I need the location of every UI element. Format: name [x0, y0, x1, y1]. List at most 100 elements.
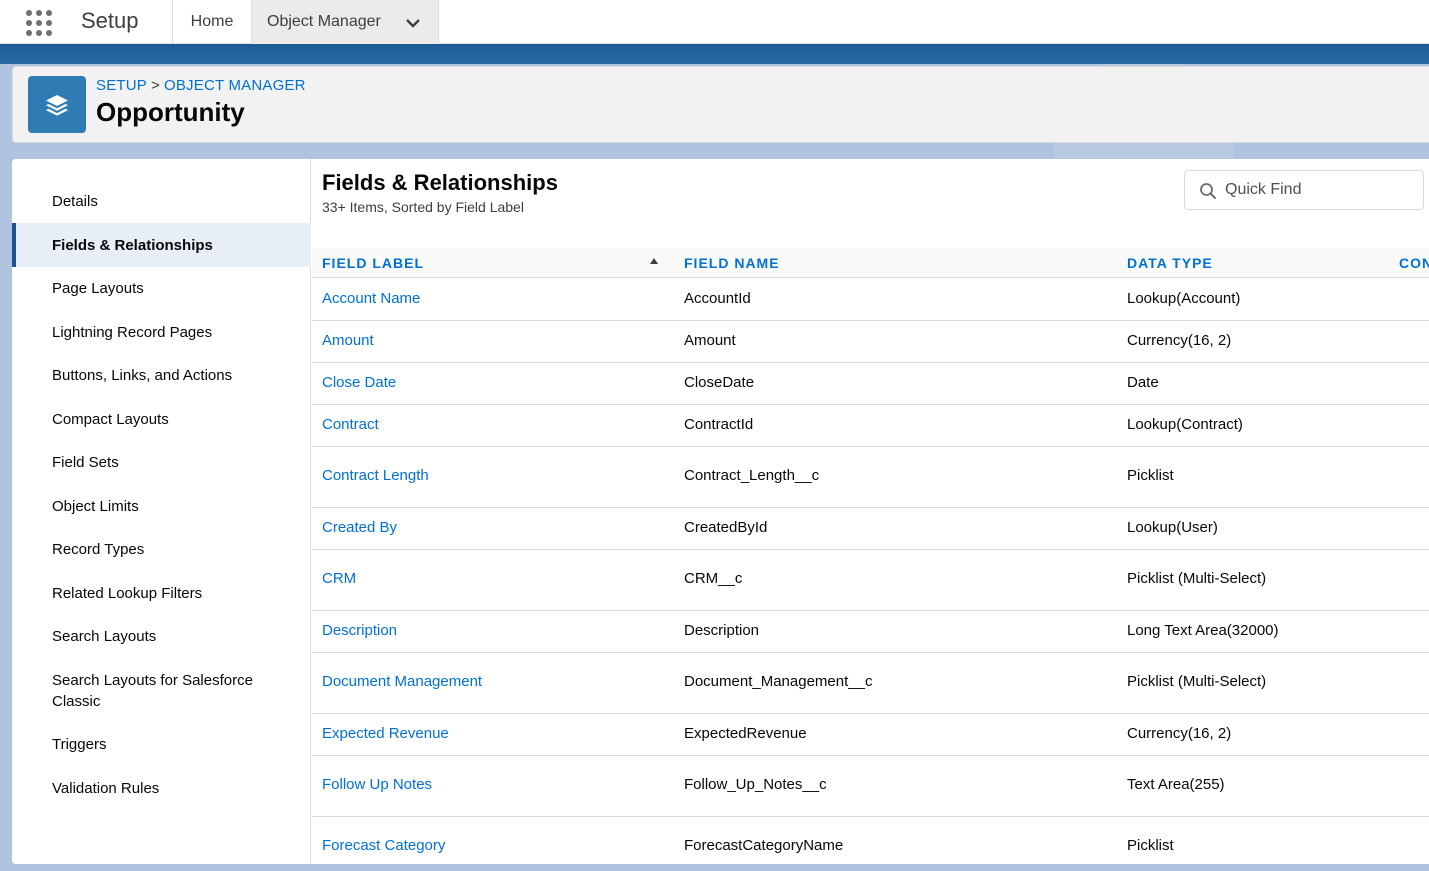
field-label-link[interactable]: Description — [322, 622, 397, 639]
sidebar-item-search-layouts-classic[interactable]: Search Layouts for Salesforce Classic — [12, 669, 292, 713]
data-type: Lookup(User) — [1127, 519, 1218, 536]
table-row: Created By CreatedById Lookup(User) — [312, 508, 1429, 550]
field-label-link[interactable]: Expected Revenue — [322, 725, 449, 742]
column-controlling-field[interactable]: CON — [1399, 255, 1429, 271]
column-field-name[interactable]: FIELD NAME — [684, 255, 780, 271]
table-row: Contract ContractId Lookup(Contract) — [312, 405, 1429, 447]
sidebar-item-buttons-links-actions[interactable]: Buttons, Links, and Actions — [12, 362, 311, 388]
sidebar-item-search-layouts[interactable]: Search Layouts — [12, 623, 311, 649]
section-subtitle: 33+ Items, Sorted by Field Label — [322, 199, 524, 215]
sidebar-item-validation-rules[interactable]: Validation Rules — [12, 775, 311, 801]
quick-find-box[interactable] — [1184, 170, 1424, 210]
sidebar-item-label: Triggers — [52, 735, 107, 753]
table-row: Amount Amount Currency(16, 2) — [312, 321, 1429, 363]
field-label-link[interactable]: CRM — [322, 570, 356, 587]
data-type: Picklist — [1127, 837, 1174, 854]
sidebar-item-page-layouts[interactable]: Page Layouts — [12, 275, 311, 301]
sidebar-item-label: Validation Rules — [52, 779, 160, 797]
data-type: Picklist (Multi-Select) — [1127, 673, 1267, 690]
table-row: Expected Revenue ExpectedRevenue Currenc… — [312, 714, 1429, 756]
field-name: Follow_Up_Notes__c — [684, 776, 827, 793]
tab-home-label: Home — [190, 13, 234, 30]
sidebar-item-related-lookup-filters[interactable]: Related Lookup Filters — [12, 580, 311, 606]
table-row: Forecast Category ForecastCategoryName P… — [312, 817, 1429, 864]
sidebar-item-label: Buttons, Links, and Actions — [52, 366, 233, 384]
sidebar-item-fields-relationships[interactable]: Fields & Relationships — [12, 223, 311, 267]
quick-find-input[interactable] — [1225, 179, 1415, 201]
tab-object-manager[interactable]: Object Manager — [251, 0, 439, 44]
field-name: Document_Management__c — [684, 673, 873, 690]
sidebar-item-lightning-record-pages[interactable]: Lightning Record Pages — [12, 319, 311, 345]
field-label-link[interactable]: Follow Up Notes — [322, 776, 432, 793]
layers-icon — [28, 76, 86, 133]
chevron-down-icon[interactable] — [404, 14, 422, 32]
field-label-link[interactable]: Document Management — [322, 673, 482, 690]
data-type: Lookup(Account) — [1127, 290, 1241, 307]
field-name: ForecastCategoryName — [684, 837, 844, 854]
breadcrumb-setup[interactable]: SETUP — [96, 77, 147, 94]
data-type: Currency(16, 2) — [1127, 332, 1232, 349]
table-row: Close Date CloseDate Date — [312, 363, 1429, 405]
page-header: SETUP > OBJECT MANAGER Opportunity — [12, 66, 1429, 143]
main-panel: Details Fields & Relationships Page Layo… — [12, 159, 1429, 864]
app-launcher-icon[interactable] — [26, 10, 52, 36]
sidebar-item-label: Search Layouts — [52, 627, 157, 645]
field-name: CloseDate — [684, 374, 755, 391]
sidebar-nav: Details Fields & Relationships Page Layo… — [12, 159, 311, 864]
brand-band — [0, 44, 1429, 64]
field-name: ContractId — [684, 416, 754, 433]
field-name: ExpectedRevenue — [684, 725, 807, 742]
table-row: Description Description Long Text Area(3… — [312, 611, 1429, 653]
field-name: CRM__c — [684, 570, 743, 587]
field-label-link[interactable]: Contract — [322, 416, 379, 433]
sort-ascending-icon[interactable] — [649, 257, 659, 265]
field-name: CreatedById — [684, 519, 768, 536]
sidebar-item-label: Search Layouts for Salesforce Classic — [52, 672, 253, 710]
data-type: Date — [1127, 374, 1159, 391]
field-label-link[interactable]: Amount — [322, 332, 374, 349]
sidebar-item-record-types[interactable]: Record Types — [12, 536, 311, 562]
breadcrumb-object-manager[interactable]: OBJECT MANAGER — [164, 77, 306, 94]
sidebar-item-compact-layouts[interactable]: Compact Layouts — [12, 406, 311, 432]
sidebar-item-details[interactable]: Details — [12, 188, 311, 214]
field-label-link[interactable]: Contract Length — [322, 467, 429, 484]
sidebar-item-label: Details — [52, 192, 98, 210]
search-icon — [1200, 183, 1216, 199]
column-data-type[interactable]: DATA TYPE — [1127, 255, 1213, 271]
table-row: CRM CRM__c Picklist (Multi-Select) — [312, 550, 1429, 611]
field-name: Contract_Length__c — [684, 467, 820, 484]
breadcrumb-separator: > — [151, 77, 160, 94]
column-field-label[interactable]: FIELD LABEL — [322, 255, 424, 271]
sidebar-item-label: Field Sets — [52, 453, 119, 471]
sidebar-item-label: Lightning Record Pages — [52, 323, 213, 341]
sidebar-item-label: Page Layouts — [52, 279, 144, 297]
fields-content: Fields & Relationships 33+ Items, Sorted… — [312, 159, 1429, 864]
page-title: Opportunity — [96, 97, 245, 127]
table-row: Document Management Document_Management_… — [312, 653, 1429, 714]
field-name: Amount — [684, 332, 736, 349]
sidebar-item-triggers[interactable]: Triggers — [12, 731, 311, 757]
sidebar-item-label: Related Lookup Filters — [52, 584, 203, 602]
table-row: Contract Length Contract_Length__c Pickl… — [312, 447, 1429, 508]
tab-object-manager-label: Object Manager — [267, 13, 381, 30]
field-label-link[interactable]: Close Date — [322, 374, 396, 391]
field-label-link[interactable]: Account Name — [322, 290, 420, 307]
data-type: Lookup(Contract) — [1127, 416, 1243, 433]
tab-home[interactable]: Home — [172, 0, 251, 44]
global-header: Setup Home Object Manager — [0, 0, 1429, 44]
data-type: Text Area(255) — [1127, 776, 1225, 793]
data-type: Picklist (Multi-Select) — [1127, 570, 1267, 587]
sidebar-item-label: Object Limits — [52, 497, 139, 515]
field-label-link[interactable]: Created By — [322, 519, 397, 536]
field-name: Description — [684, 622, 760, 639]
data-type: Long Text Area(32000) — [1127, 622, 1279, 639]
app-name: Setup — [81, 8, 139, 33]
sidebar-item-object-limits[interactable]: Object Limits — [12, 493, 311, 519]
sidebar-item-label: Fields & Relationships — [52, 236, 213, 254]
table-header: FIELD LABEL FIELD NAME DATA TYPE CON — [312, 248, 1429, 278]
sidebar-item-field-sets[interactable]: Field Sets — [12, 449, 311, 475]
sidebar-item-label: Record Types — [52, 540, 145, 558]
field-label-link[interactable]: Forecast Category — [322, 837, 445, 854]
data-type: Currency(16, 2) — [1127, 725, 1232, 742]
field-name: AccountId — [684, 290, 751, 307]
